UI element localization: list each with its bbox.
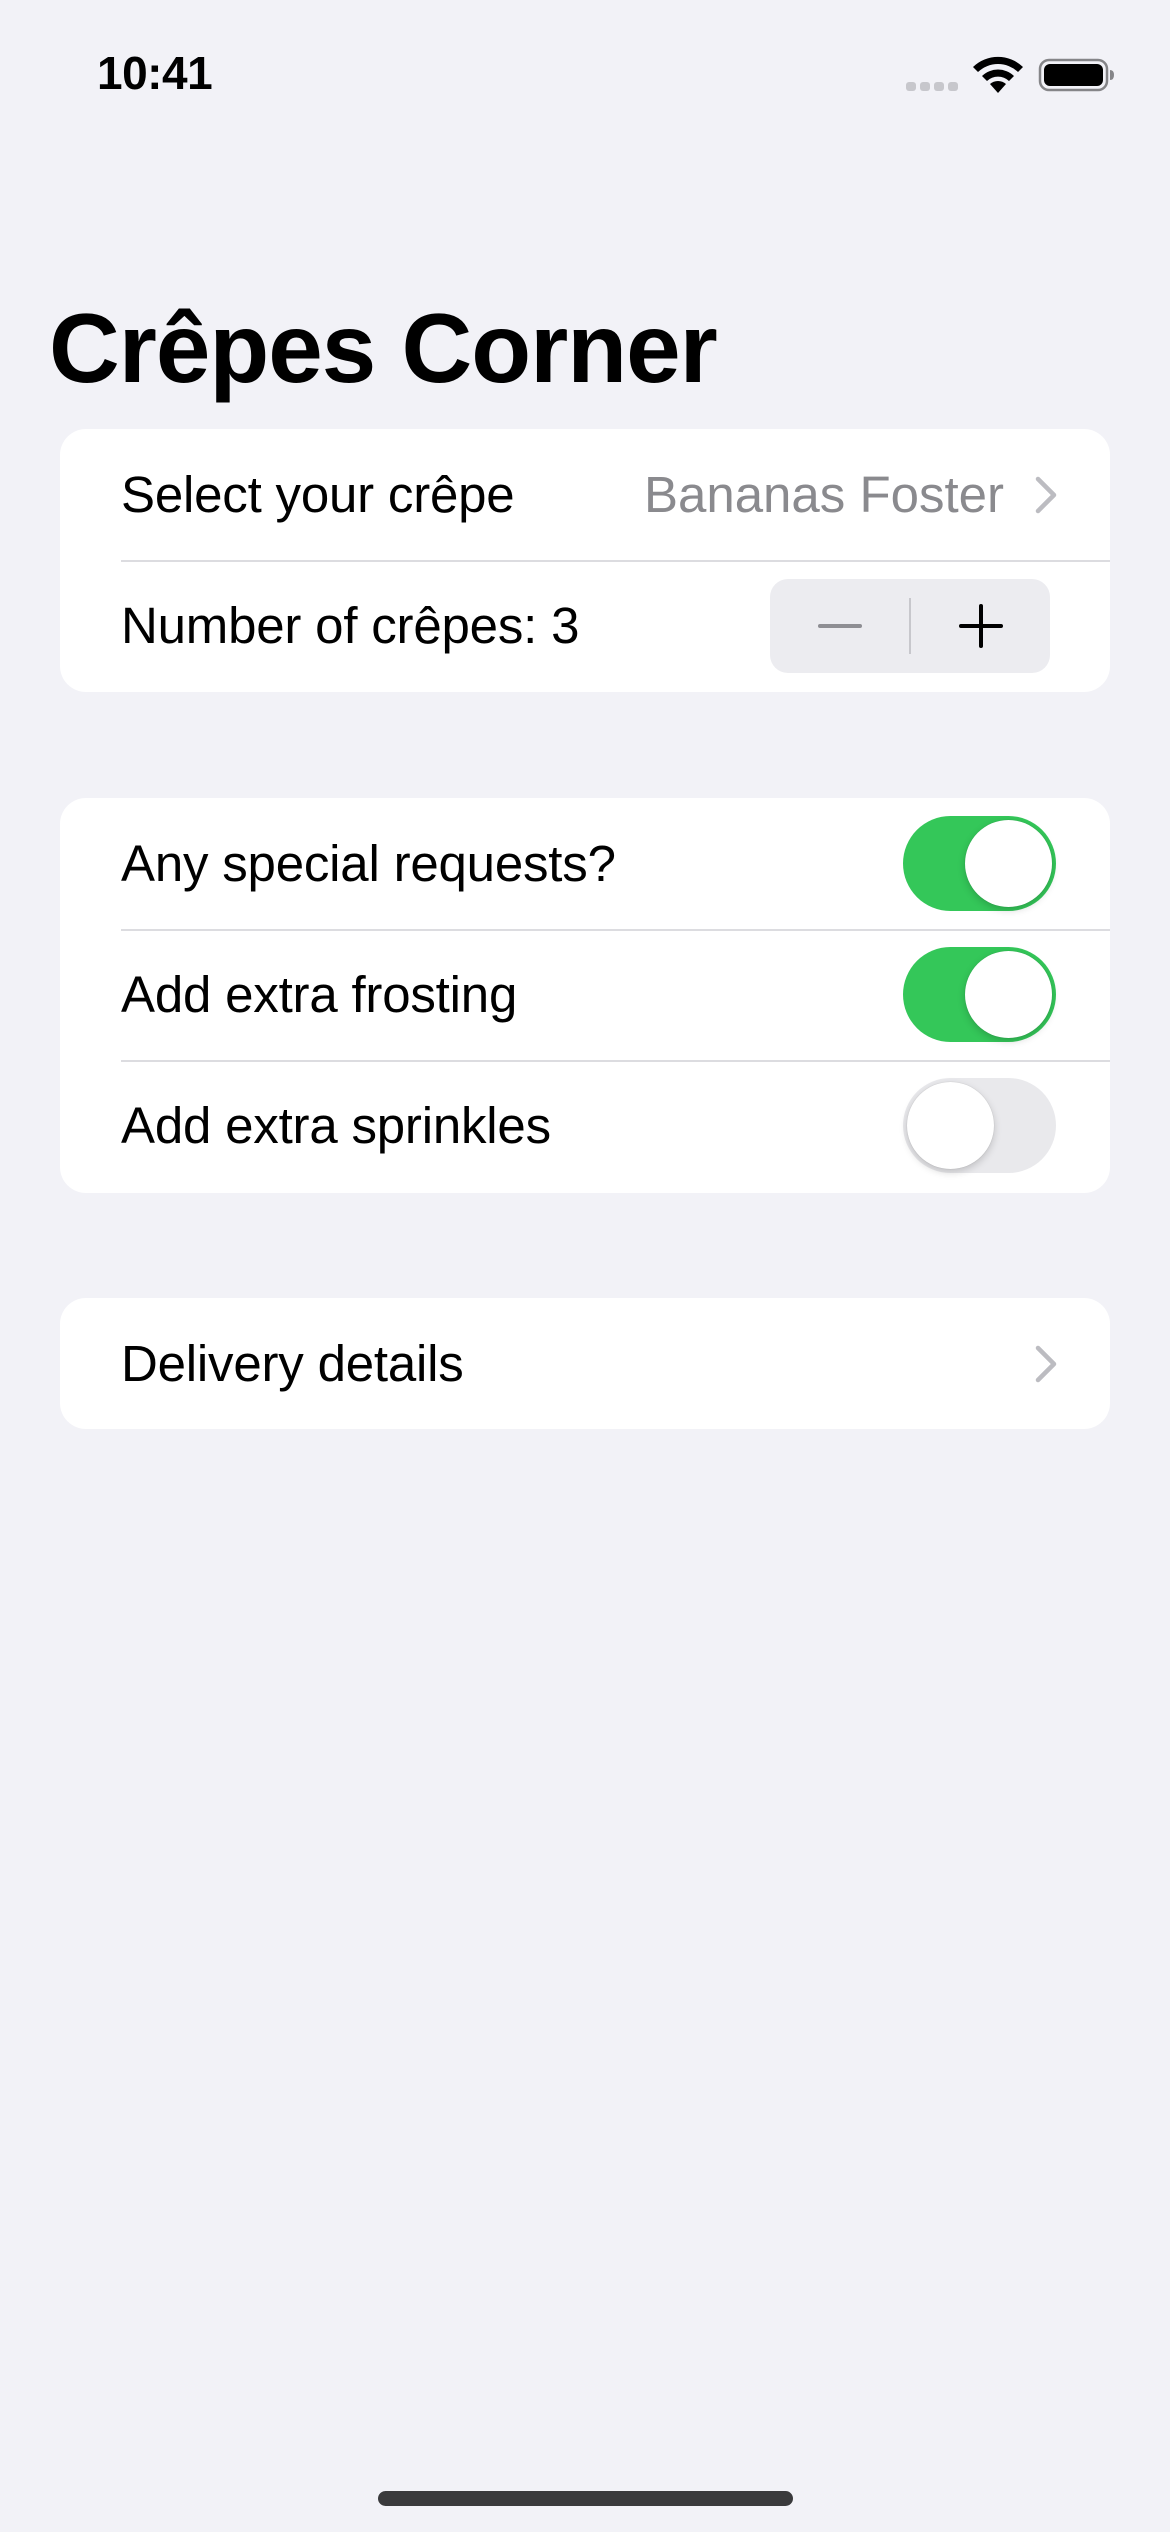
extra-frosting-toggle[interactable] xyxy=(903,947,1056,1042)
quantity-stepper[interactable] xyxy=(770,579,1050,673)
status-time: 10:41 xyxy=(97,47,213,99)
chevron-right-icon xyxy=(1035,1345,1057,1382)
extra-sprinkles-row: Add extra sprinkles xyxy=(60,1060,1110,1191)
order-section: Select your crêpe Bananas Foster Number … xyxy=(60,429,1110,692)
toggle-knob xyxy=(965,951,1052,1038)
home-indicator[interactable] xyxy=(378,2491,793,2506)
extra-frosting-row: Add extra frosting xyxy=(60,929,1110,1060)
battery-icon xyxy=(1038,58,1114,92)
toggle-knob xyxy=(907,1082,994,1169)
status-bar: 10:41 xyxy=(0,0,1170,150)
decrement-button[interactable] xyxy=(770,579,909,673)
plus-icon xyxy=(958,604,1003,648)
delivery-details-label: Delivery details xyxy=(121,1335,464,1392)
selected-crepe-value: Bananas Foster xyxy=(643,466,1004,523)
special-requests-row: Any special requests? xyxy=(60,798,1110,929)
chevron-right-icon xyxy=(1035,476,1057,513)
increment-button[interactable] xyxy=(911,579,1050,673)
extras-section: Any special requests? Add extra frosting… xyxy=(60,798,1110,1193)
select-crepe-row[interactable]: Select your crêpe Bananas Foster xyxy=(60,429,1110,560)
crepe-count-row: Number of crêpes: 3 xyxy=(60,560,1110,691)
minus-icon xyxy=(817,624,862,628)
toggle-knob xyxy=(965,820,1052,907)
cellular-signal-icon xyxy=(906,82,958,91)
delivery-section: Delivery details xyxy=(60,1298,1110,1429)
extra-sprinkles-toggle[interactable] xyxy=(903,1078,1056,1173)
special-requests-toggle[interactable] xyxy=(903,816,1056,911)
delivery-details-row[interactable]: Delivery details xyxy=(60,1298,1110,1429)
wifi-icon xyxy=(973,56,1023,93)
select-crepe-label: Select your crêpe xyxy=(121,466,515,523)
page-title: Crêpes Corner xyxy=(49,293,718,403)
